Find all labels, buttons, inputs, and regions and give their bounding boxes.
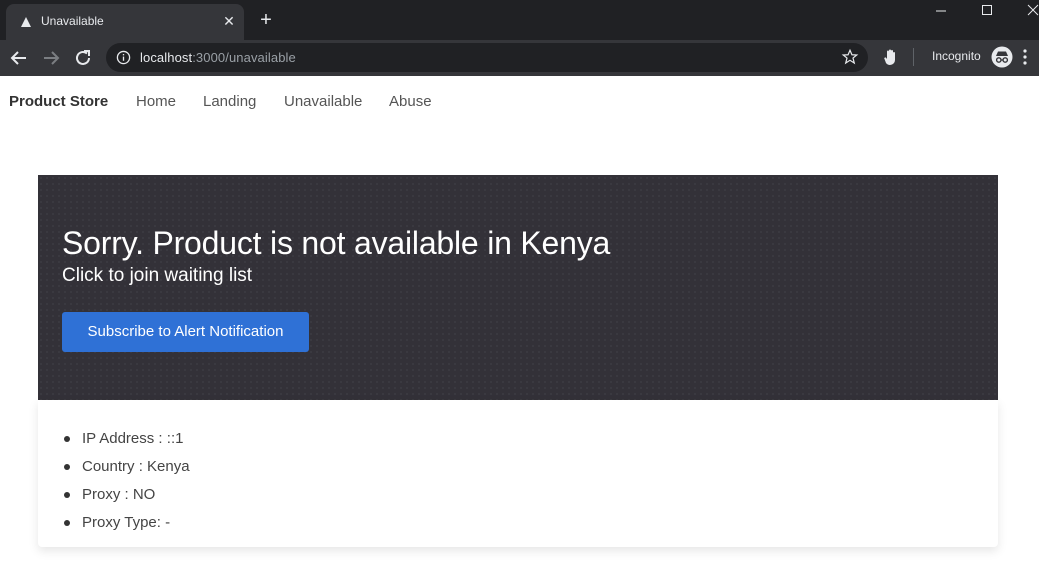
nav-link-unavailable[interactable]: Unavailable	[284, 93, 362, 110]
bullet-icon	[64, 464, 70, 470]
bullet-icon	[64, 492, 70, 498]
hero-subtitle: Click to join waiting list	[62, 265, 253, 286]
incognito-icon[interactable]	[991, 46, 1013, 68]
incognito-label: Incognito	[932, 49, 981, 63]
info-item-text: Proxy : NO	[82, 486, 156, 503]
tab-title: Unavailable	[41, 14, 104, 28]
browser-tab[interactable]: Unavailable ✕	[6, 4, 244, 40]
browser-titlebar: Unavailable ✕ +	[0, 0, 1039, 40]
info-item-ip: IP Address : ::1	[64, 430, 190, 458]
brand-logo-text[interactable]: Product Store	[9, 93, 108, 110]
nav-link-abuse[interactable]: Abuse	[389, 93, 432, 110]
kebab-menu-icon[interactable]	[1022, 49, 1028, 65]
nav-link-home[interactable]: Home	[136, 93, 176, 110]
back-arrow-icon[interactable]	[7, 46, 31, 70]
close-tab-icon[interactable]: ✕	[220, 12, 238, 30]
subscribe-alert-button[interactable]: Subscribe to Alert Notification	[62, 312, 309, 352]
site-navbar: Product Store Home Landing Unavailable A…	[0, 76, 1039, 128]
toolbar-divider	[913, 48, 914, 66]
hero-title: Sorry. Product is not available in Kenya	[62, 225, 611, 261]
info-item-country: Country : Kenya	[64, 458, 190, 486]
forward-arrow-icon[interactable]	[39, 46, 63, 70]
reload-icon[interactable]	[71, 46, 95, 70]
nav-link-landing[interactable]: Landing	[203, 93, 256, 110]
minimize-icon[interactable]	[918, 0, 964, 22]
window-close-icon[interactable]	[1010, 0, 1039, 22]
info-item-proxy: Proxy : NO	[64, 486, 190, 514]
maximize-icon[interactable]	[964, 0, 1010, 22]
info-item-text: Country : Kenya	[82, 458, 190, 475]
unavailable-hero: Sorry. Product is not available in Kenya…	[38, 175, 998, 400]
bookmark-star-icon[interactable]	[841, 48, 859, 66]
info-item-proxy-type: Proxy Type: -	[64, 514, 190, 542]
info-item-text: IP Address : ::1	[82, 430, 184, 447]
visitor-info-list: IP Address : ::1 Country : Kenya Proxy :…	[64, 430, 190, 542]
new-tab-icon[interactable]: +	[256, 10, 276, 30]
info-item-text: Proxy Type: -	[82, 514, 171, 531]
url-text[interactable]: localhost:3000/unavailable	[140, 50, 296, 65]
info-icon[interactable]	[116, 50, 131, 65]
hand-extension-icon[interactable]	[883, 48, 899, 66]
address-bar[interactable]: localhost:3000/unavailable	[106, 43, 868, 72]
visitor-info-card: IP Address : ::1 Country : Kenya Proxy :…	[38, 400, 998, 547]
favicon-icon	[21, 17, 31, 27]
bullet-icon	[64, 520, 70, 526]
bullet-icon	[64, 436, 70, 442]
